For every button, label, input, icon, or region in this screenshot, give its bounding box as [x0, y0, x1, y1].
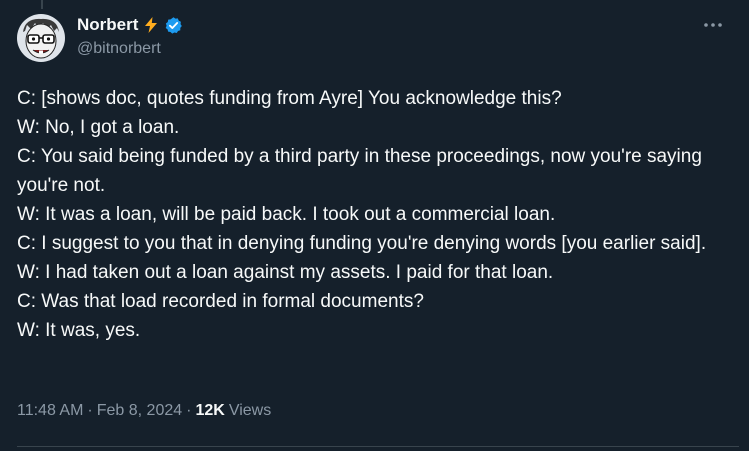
- tweet-line: W: No, I got a loan.: [17, 117, 180, 138]
- tweet-date[interactable]: Feb 8, 2024: [97, 402, 182, 420]
- author-handle[interactable]: @bitnorbert: [77, 40, 161, 58]
- cartoon-face-avatar-icon: [17, 14, 65, 62]
- more-horizontal-icon: [704, 23, 722, 27]
- avatar[interactable]: [17, 14, 65, 62]
- tweet-metadata: 11:48 AM · Feb 8, 2024 · 12K Views: [17, 402, 271, 420]
- meta-separator: ·: [186, 402, 192, 419]
- tweet-line: C: I suggest to you that in denying fund…: [17, 233, 707, 254]
- tweet-line: C: [shows doc, quotes funding from Ayre]…: [17, 88, 562, 109]
- verified-badge-icon[interactable]: [164, 16, 183, 35]
- views-count: 12K: [195, 402, 225, 419]
- tweet-line: C: You said being funded by a third part…: [17, 146, 702, 196]
- tweet-line: W: It was, yes.: [17, 320, 141, 341]
- lightning-bolt-icon: [142, 16, 160, 34]
- tweet-line: W: I had taken out a loan against my ass…: [17, 262, 554, 283]
- thread-connector-line: [41, 0, 43, 9]
- meta-separator: ·: [87, 402, 93, 419]
- tweet-line: C: Was that load recorded in formal docu…: [17, 291, 424, 312]
- divider: [17, 446, 739, 447]
- author-name-row[interactable]: Norbert: [77, 14, 183, 36]
- author-display-name[interactable]: Norbert: [77, 15, 138, 35]
- more-options-button[interactable]: [696, 14, 730, 36]
- tweet-line: W: It was a loan, will be paid back. I t…: [17, 204, 556, 225]
- tweet-text: C: [shows doc, quotes funding from Ayre]…: [17, 84, 717, 345]
- tweet-time[interactable]: 11:48 AM: [17, 402, 83, 420]
- views-label: Views: [228, 402, 272, 419]
